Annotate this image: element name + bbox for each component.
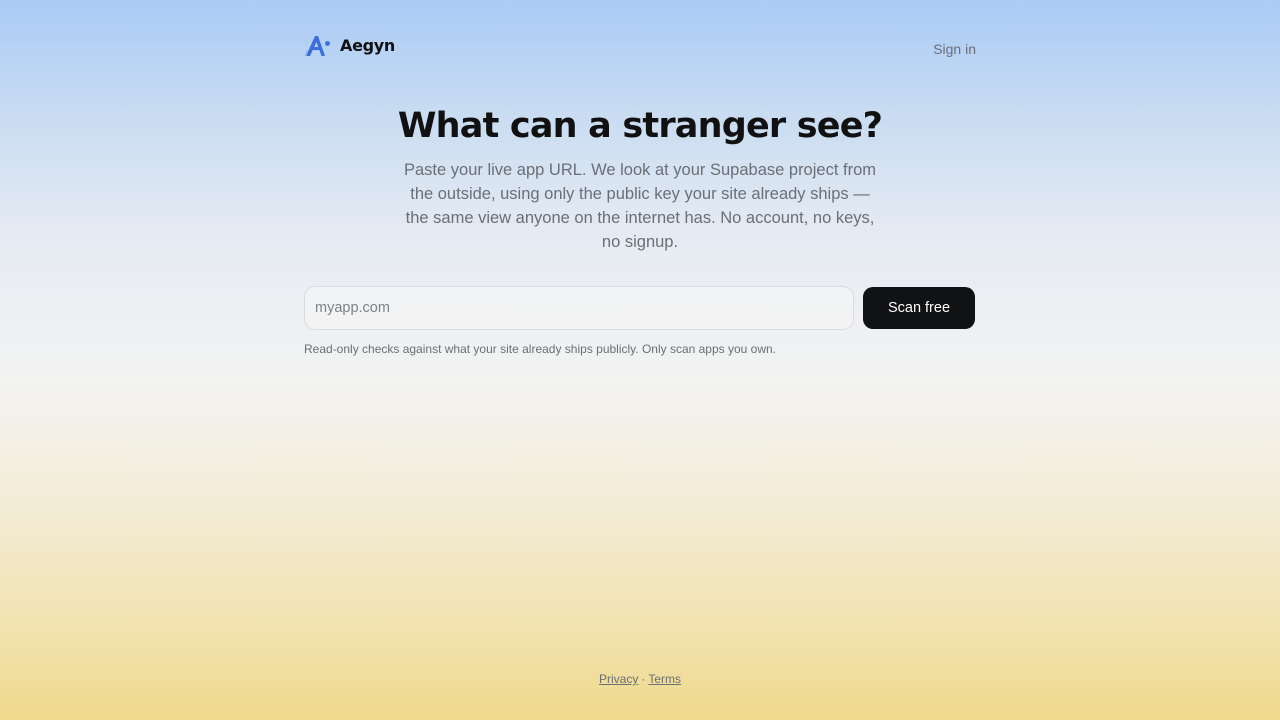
aegyn-logo-icon [304,36,330,56]
privacy-link[interactable]: Privacy [599,672,638,686]
scan-form: Scan free [304,286,976,330]
page-title: What can a stranger see? [397,106,883,146]
hero-subtitle: Paste your live app URL. We look at your… [403,161,876,251]
scan-free-button[interactable]: Scan free [863,287,975,329]
brand-home-link[interactable]: Aegyn [304,33,395,58]
sign-in-link[interactable]: Sign in [933,41,976,57]
site-header: Aegyn Sign in [304,33,976,63]
url-input[interactable] [304,286,854,330]
site-footer: Privacy · Terms [0,672,1280,686]
brand-name: Aegyn [340,36,396,55]
footer-separator: · [641,672,646,686]
scan-disclaimer: Read-only checks against what your site … [304,342,777,356]
terms-link[interactable]: Terms [648,672,681,686]
